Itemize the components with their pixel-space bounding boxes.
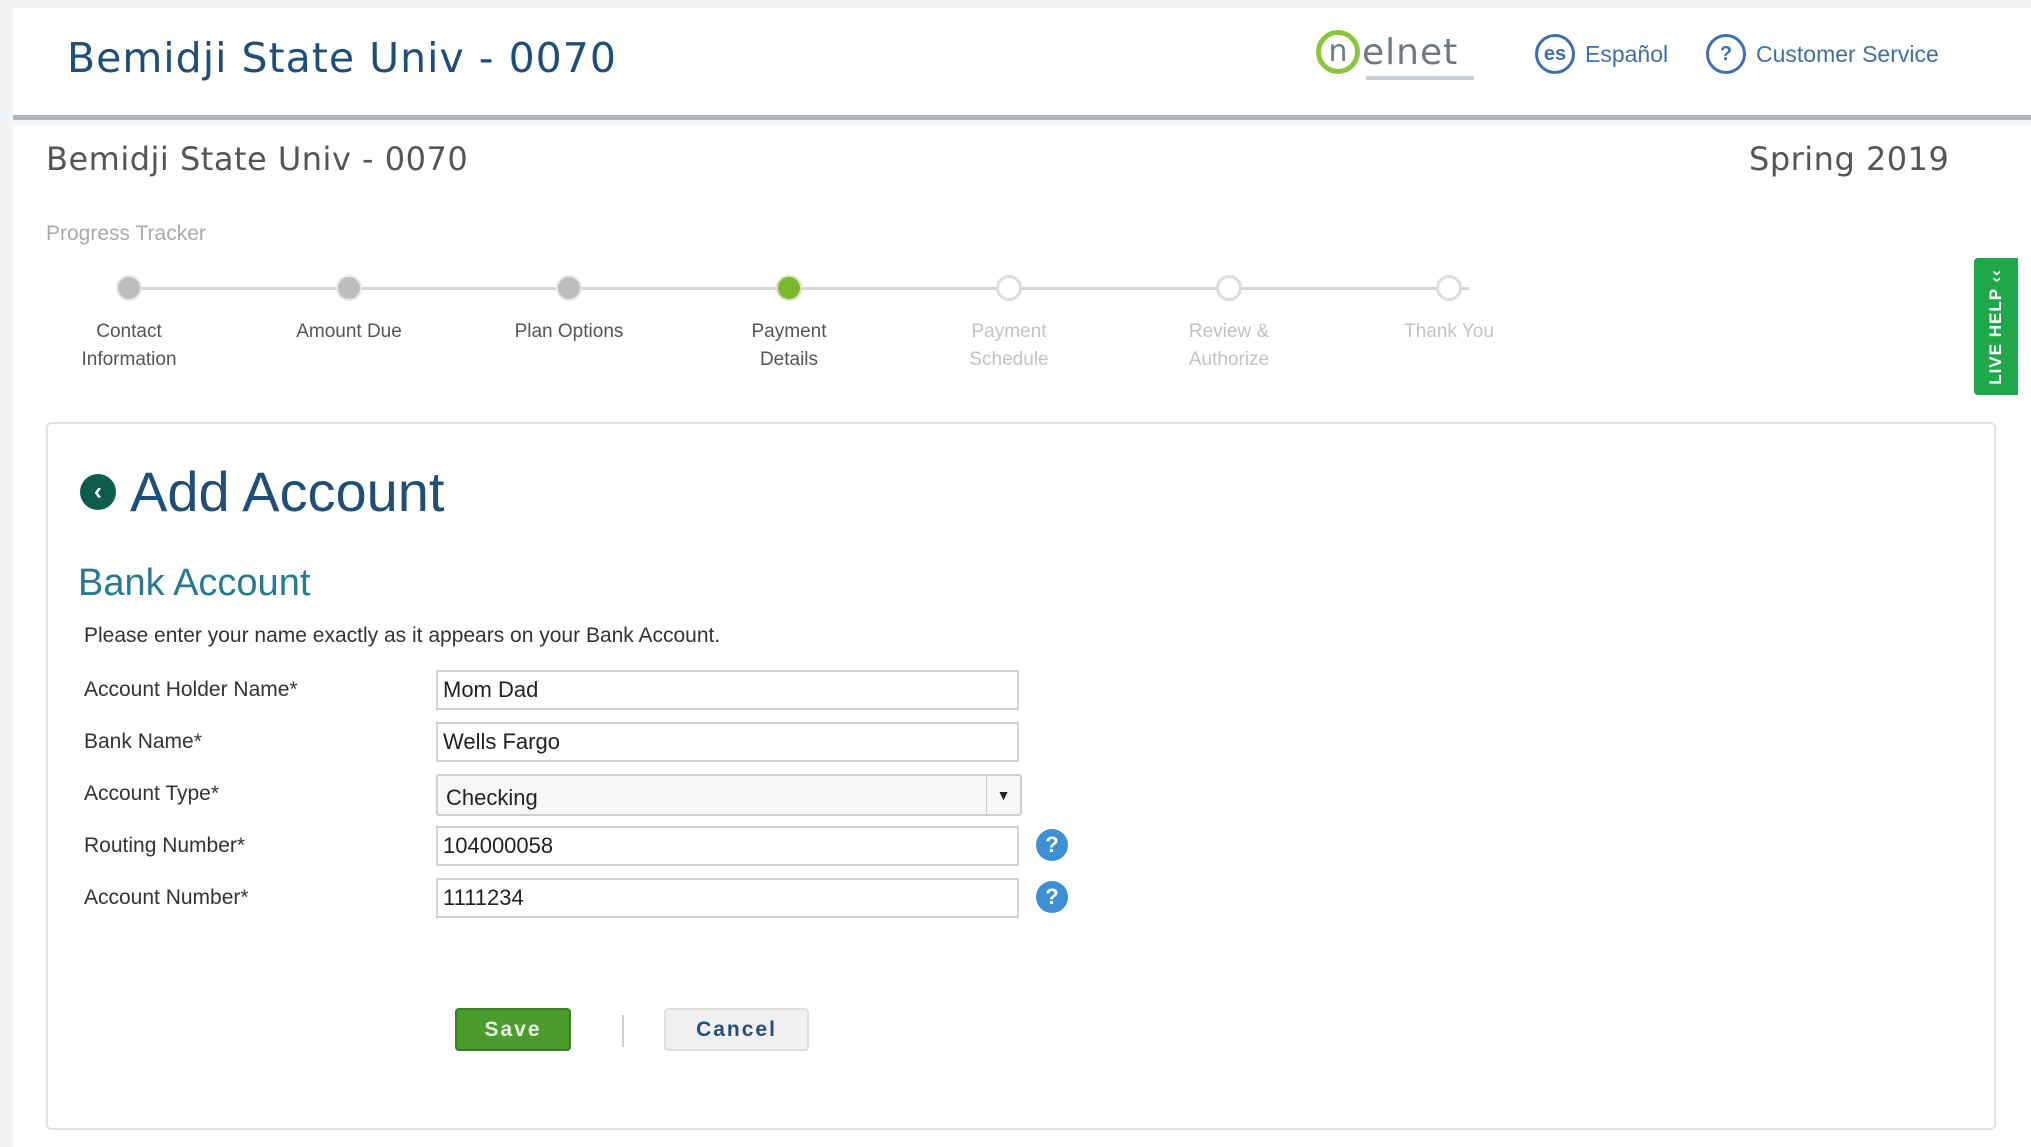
routing-number-row: Routing Number* ?: [84, 826, 1084, 866]
back-arrow-icon[interactable]: ‹: [80, 474, 116, 510]
top-header: Bemidji State Univ - 0070 n elnet es Esp…: [13, 8, 2031, 120]
header-title: Bemidji State Univ - 0070: [67, 34, 617, 82]
step-dot-active: [776, 275, 802, 301]
step-dot: [116, 275, 142, 301]
logo-mark-icon: n: [1316, 30, 1360, 74]
step-dot: [336, 275, 362, 301]
step-label: Payment Details: [751, 321, 827, 370]
live-help-tab[interactable]: LIVE HELP ‹‹: [1974, 258, 2018, 395]
espanol-link[interactable]: es Español: [1535, 34, 1668, 74]
main-content: Bemidji State Univ - 0070 Spring 2019 LI…: [13, 125, 2031, 1147]
step-label: Review & Authorize: [1188, 321, 1270, 370]
logo-text: elnet: [1362, 31, 1459, 73]
account-holder-label: Account Holder Name*: [84, 678, 298, 701]
step-dot: [1436, 275, 1462, 301]
account-type-label: Account Type*: [84, 782, 220, 805]
account-holder-row: Account Holder Name*: [84, 670, 1084, 710]
step-contact-information: Contact Information: [29, 272, 229, 374]
institution-name: Bemidji State Univ - 0070: [46, 140, 469, 178]
step-plan-options: Plan Options: [469, 272, 669, 346]
page-title: Add Account: [130, 460, 445, 523]
routing-number-label: Routing Number*: [84, 834, 246, 857]
progress-tracker: Contact Information Amount Due Plan Optio…: [13, 272, 1613, 382]
save-button[interactable]: Save: [455, 1008, 571, 1051]
live-help-label: LIVE HELP ‹‹: [1986, 268, 2005, 385]
nelnet-logo: n elnet: [1316, 26, 1474, 80]
bank-name-label: Bank Name*: [84, 730, 202, 753]
chevron-down-icon[interactable]: ▼: [986, 776, 1020, 814]
form-instructions: Please enter your name exactly as it app…: [84, 624, 721, 647]
progress-tracker-label: Progress Tracker: [46, 222, 206, 245]
cancel-button[interactable]: Cancel: [664, 1008, 809, 1051]
bank-name-row: Bank Name*: [84, 722, 1084, 762]
account-type-row: Account Type* Checking ▼: [84, 774, 1084, 816]
add-account-card: ‹ Add Account Bank Account Please enter …: [46, 422, 1996, 1130]
account-holder-input[interactable]: [436, 670, 1019, 710]
language-icon: es: [1535, 34, 1575, 74]
step-dot: [556, 275, 582, 301]
step-review-authorize: Review & Authorize: [1129, 272, 1329, 374]
account-number-input[interactable]: [436, 878, 1019, 918]
customer-service-link[interactable]: ? Customer Service: [1706, 34, 1939, 74]
account-type-select[interactable]: Checking ▼: [436, 774, 1022, 816]
routing-number-input[interactable]: [436, 826, 1019, 866]
customer-service-label: Customer Service: [1756, 40, 1939, 67]
step-amount-due: Amount Due: [249, 272, 449, 346]
step-label: Contact Information: [81, 321, 177, 370]
routing-help-icon[interactable]: ?: [1036, 829, 1068, 861]
button-divider: [622, 1015, 624, 1047]
step-payment-schedule: Payment Schedule: [909, 272, 1109, 374]
step-label: Payment Schedule: [969, 321, 1049, 370]
term-label: Spring 2019: [1749, 140, 1950, 178]
account-number-row: Account Number* ?: [84, 878, 1084, 918]
step-thank-you: Thank You: [1349, 272, 1549, 346]
step-payment-details: Payment Details: [689, 272, 889, 374]
logo-tagline-decor: [1366, 76, 1474, 80]
account-help-icon[interactable]: ?: [1036, 881, 1068, 913]
step-label: Amount Due: [296, 321, 402, 342]
account-type-value: Checking: [446, 785, 538, 810]
account-number-label: Account Number*: [84, 886, 249, 909]
question-circle-icon: ?: [1706, 34, 1746, 74]
bank-name-input[interactable]: [436, 722, 1019, 762]
step-label: Plan Options: [514, 321, 624, 342]
espanol-label: Español: [1585, 40, 1669, 67]
step-dot: [996, 275, 1022, 301]
step-label: Thank You: [1404, 321, 1494, 342]
section-title: Bank Account: [78, 562, 311, 604]
step-dot: [1216, 275, 1242, 301]
